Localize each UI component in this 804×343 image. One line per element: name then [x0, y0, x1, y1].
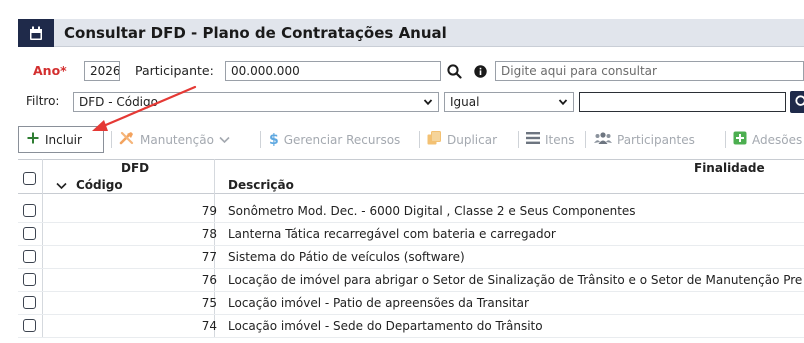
- table-row[interactable]: 75 Locação imóvel - Patio de apreensões …: [18, 292, 804, 315]
- info-icon[interactable]: [471, 62, 489, 80]
- gerenciar-recursos-button[interactable]: $ Gerenciar Recursos: [269, 126, 400, 153]
- filter-row-primary: Ano* 2026 Participante: 00.000.000 Digit…: [18, 58, 804, 84]
- page-title: Consultar DFD - Plano de Contratações An…: [64, 24, 447, 42]
- codigo-cell: 79: [201, 204, 217, 218]
- descricao-cell: Locação imóvel - Patio de apreensões da …: [228, 296, 529, 310]
- descricao-header[interactable]: Descrição: [228, 178, 294, 192]
- dollar-icon: $: [269, 131, 279, 148]
- toolbar: Incluir Manutenção $ Gerenciar Recursos …: [18, 126, 804, 153]
- codigo-header[interactable]: Código: [76, 178, 123, 192]
- filtro-label: Filtro:: [26, 94, 60, 108]
- descricao-cell: Sonômetro Mod. Dec. - 6000 Digital , Cla…: [228, 204, 636, 218]
- filtro-select[interactable]: DFD - Código: [73, 92, 439, 112]
- filtro-select-value: DFD - Código: [79, 95, 158, 109]
- participante-label: Participante:: [135, 63, 214, 78]
- table-row[interactable]: 76 Locação de imóvel para abrigar o Seto…: [18, 269, 804, 292]
- operador-select-value: Igual: [450, 95, 480, 109]
- plus-icon: [27, 132, 39, 147]
- duplicar-label: Duplicar: [447, 132, 498, 147]
- manutencao-button[interactable]: Manutenção: [119, 126, 230, 153]
- duplicar-button[interactable]: Duplicar: [427, 126, 497, 153]
- adesoes-button[interactable]: Adesões: [733, 126, 802, 153]
- toolbar-divider: [111, 131, 112, 148]
- descricao-cell: Sistema do Pátio de veículos (software): [228, 250, 465, 264]
- row-checkbox[interactable]: [23, 319, 36, 332]
- calendar-icon: [18, 19, 54, 47]
- filtro-valor-input[interactable]: [579, 92, 786, 112]
- wrench-icon: [119, 131, 135, 148]
- row-checkbox[interactable]: [23, 296, 36, 309]
- plus-square-icon: [733, 131, 747, 148]
- filter-search-button[interactable]: [790, 91, 804, 113]
- table-row[interactable]: 79 Sonômetro Mod. Dec. - 6000 Digital , …: [18, 200, 804, 223]
- itens-label: Itens: [545, 132, 575, 147]
- search-icon[interactable]: [442, 61, 466, 81]
- row-checkbox[interactable]: [23, 250, 36, 263]
- toolbar-divider: [260, 131, 261, 148]
- chevron-down-icon: [219, 133, 230, 147]
- toolbar-divider: [419, 131, 420, 148]
- list-icon: [526, 132, 540, 147]
- codigo-cell: 75: [201, 296, 217, 310]
- manutencao-label: Manutenção: [140, 132, 214, 147]
- row-checkbox[interactable]: [23, 204, 36, 217]
- incluir-label: Incluir: [45, 132, 82, 147]
- descricao-cell: Locação imóvel - Sede do Departamento do…: [228, 319, 543, 333]
- row-checkbox[interactable]: [23, 227, 36, 240]
- chevron-down-icon: [423, 96, 433, 110]
- codigo-cell: 74: [201, 319, 217, 333]
- ano-input[interactable]: 2026: [84, 61, 120, 81]
- codigo-cell: 77: [201, 250, 217, 264]
- table-row[interactable]: 78 Lanterna Tática recarregável com bate…: [18, 223, 804, 246]
- codigo-cell: 76: [201, 273, 217, 287]
- chevron-down-icon[interactable]: [56, 179, 67, 193]
- descricao-cell: Lanterna Tática recarregável com bateria…: [228, 227, 556, 241]
- operador-select[interactable]: Igual: [444, 92, 574, 112]
- search-icon: [795, 95, 804, 106]
- row-checkbox[interactable]: [23, 273, 36, 286]
- chevron-down-icon: [558, 96, 568, 110]
- duplicate-icon: [427, 131, 442, 148]
- filter-row-secondary: Filtro: DFD - Código Igual: [18, 88, 804, 114]
- dfd-group-header: DFD: [121, 161, 150, 175]
- table-row[interactable]: 74 Locação imóvel - Sede do Departamento…: [18, 315, 804, 338]
- finalidade-header: Finalidade: [694, 161, 765, 175]
- toolbar-divider: [725, 131, 726, 148]
- incluir-button[interactable]: Incluir: [18, 126, 104, 153]
- codigo-cell: 78: [201, 227, 217, 241]
- table-column-header: Código Descrição: [18, 176, 804, 194]
- itens-button[interactable]: Itens: [526, 126, 574, 153]
- users-icon: [594, 132, 612, 147]
- toolbar-divider: [585, 131, 586, 148]
- ano-label: Ano*: [33, 63, 67, 78]
- consulta-input[interactable]: Digite aqui para consultar: [495, 61, 804, 81]
- participantes-label: Participantes: [617, 132, 695, 147]
- adesoes-label: Adesões: [752, 132, 803, 147]
- descricao-cell: Locação de imóvel para abrigar o Setor d…: [228, 273, 803, 287]
- participante-input[interactable]: 00.000.000: [225, 61, 441, 81]
- table-row[interactable]: 77 Sistema do Pátio de veículos (softwar…: [18, 246, 804, 269]
- toolbar-divider: [518, 131, 519, 148]
- page-header: Consultar DFD - Plano de Contratações An…: [18, 19, 804, 47]
- table-group-header: DFD Finalidade: [18, 159, 804, 176]
- participantes-button[interactable]: Participantes: [594, 126, 695, 153]
- gerenciar-recursos-label: Gerenciar Recursos: [283, 132, 401, 147]
